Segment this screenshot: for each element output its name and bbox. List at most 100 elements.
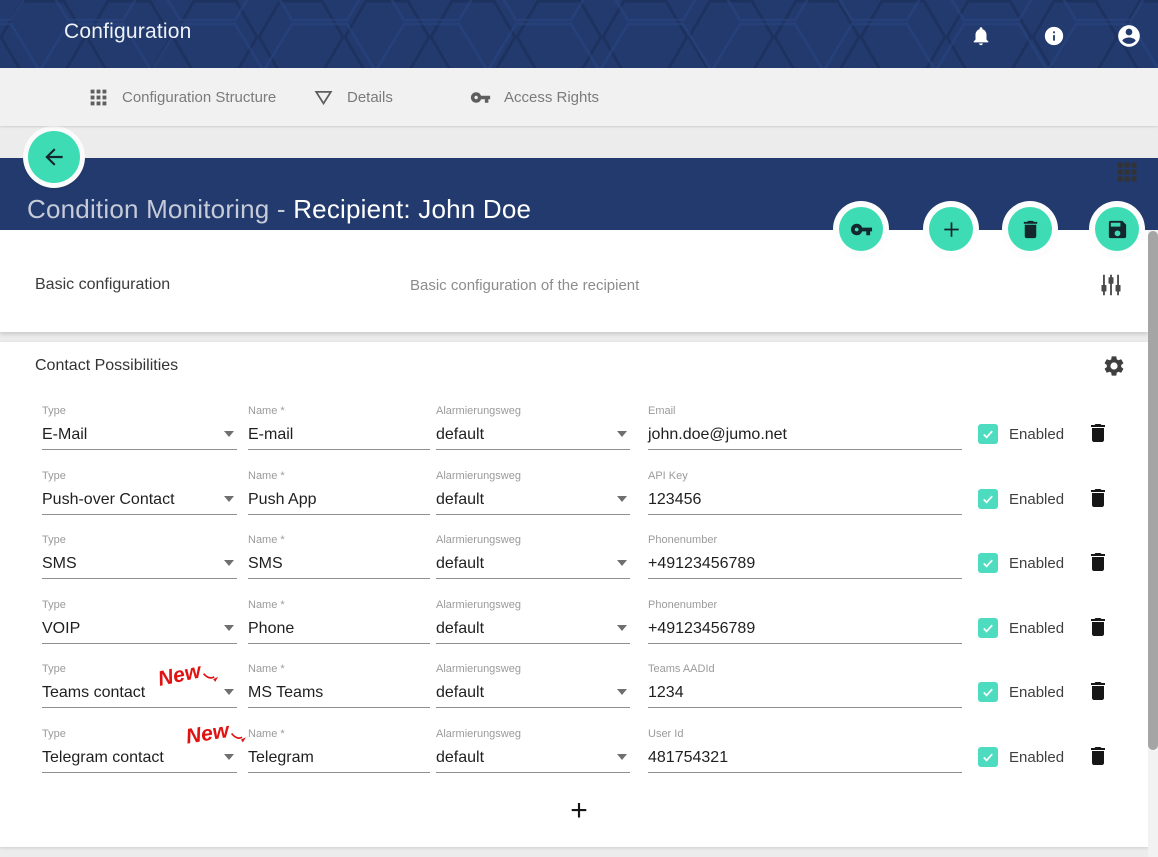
- type-select[interactable]: Type E-Mail: [42, 404, 237, 450]
- type-value: E-Mail: [42, 426, 237, 444]
- apps-menu-button[interactable]: [1115, 160, 1139, 184]
- name-input[interactable]: Name * SMS: [248, 533, 430, 579]
- contact-detail-label: Teams AADId: [648, 662, 962, 676]
- contact-detail-input[interactable]: Phonenumber +49123456789: [648, 533, 962, 579]
- section-settings-button[interactable]: [1098, 272, 1124, 298]
- alarm-route-label: Alarmierungsweg: [436, 404, 630, 418]
- type-select[interactable]: Type SMS: [42, 533, 237, 579]
- contact-detail-input[interactable]: Phonenumber +49123456789: [648, 598, 962, 644]
- apps-grid-icon: [1115, 160, 1139, 184]
- contact-detail-label: API Key: [648, 469, 962, 483]
- name-input[interactable]: Name * Push App: [248, 469, 430, 515]
- tab-details[interactable]: Details: [313, 68, 393, 126]
- enabled-checkbox[interactable]: [978, 553, 998, 573]
- contact-detail-value: +49123456789: [648, 555, 962, 573]
- add-contact-button[interactable]: +: [560, 792, 598, 830]
- name-value: Phone: [248, 620, 430, 638]
- app-header: Configuration: [0, 0, 1158, 68]
- delete-row-button[interactable]: [1086, 615, 1110, 639]
- contact-possibilities-card: Contact Possibilities Type E-Mail Name *…: [0, 342, 1148, 847]
- delete-row-button[interactable]: [1086, 679, 1110, 703]
- enabled-label: Enabled: [1009, 426, 1064, 443]
- chevron-down-icon: [617, 689, 627, 695]
- alarm-route-select[interactable]: Alarmierungsweg default: [436, 469, 630, 515]
- card-settings-button[interactable]: [1102, 354, 1126, 378]
- enabled-control: Enabled: [978, 553, 1064, 573]
- chevron-down-icon: [617, 625, 627, 631]
- contact-detail-value: 1234: [648, 684, 962, 702]
- delete-row-button[interactable]: [1086, 421, 1110, 445]
- type-value: Teams contact: [42, 684, 237, 702]
- bell-icon: [970, 25, 992, 47]
- trash-icon: [1086, 486, 1110, 510]
- contact-detail-input[interactable]: User Id 481754321: [648, 727, 962, 773]
- alarm-route-select[interactable]: Alarmierungsweg default: [436, 533, 630, 579]
- alarm-route-select[interactable]: Alarmierungsweg default: [436, 598, 630, 644]
- check-icon: [981, 427, 995, 441]
- type-select[interactable]: Type Push-over Contact: [42, 469, 237, 515]
- save-button[interactable]: [1095, 207, 1139, 251]
- notifications-button[interactable]: [970, 25, 992, 47]
- add-button[interactable]: [929, 207, 973, 251]
- enabled-checkbox[interactable]: [978, 747, 998, 767]
- section-title: Basic configuration: [35, 276, 170, 294]
- alarm-route-value: default: [436, 749, 630, 767]
- check-icon: [981, 621, 995, 635]
- back-button[interactable]: [28, 131, 80, 183]
- delete-button[interactable]: [1008, 207, 1052, 251]
- tab-label: Configuration Structure: [122, 89, 276, 106]
- page-title-prefix: Condition Monitoring -: [27, 194, 286, 224]
- alarm-route-select[interactable]: Alarmierungsweg default: [436, 662, 630, 708]
- alarm-route-value: default: [436, 620, 630, 638]
- type-select[interactable]: Type Telegram contact: [42, 727, 237, 773]
- account-icon: [1116, 23, 1142, 49]
- type-value: Telegram contact: [42, 749, 237, 767]
- access-key-button[interactable]: [839, 207, 883, 251]
- alarm-route-value: default: [436, 426, 630, 444]
- name-input[interactable]: Name * MS Teams: [248, 662, 430, 708]
- type-select[interactable]: Type VOIP: [42, 598, 237, 644]
- chevron-down-icon: [224, 625, 234, 631]
- key-icon: [470, 87, 491, 108]
- contact-detail-input[interactable]: Teams AADId 1234: [648, 662, 962, 708]
- contact-row: Type VOIP Name * Phone Alarmierungsweg d…: [0, 598, 1148, 656]
- grid-icon: [88, 87, 109, 108]
- alarm-route-label: Alarmierungsweg: [436, 727, 630, 741]
- enabled-checkbox[interactable]: [978, 618, 998, 638]
- alarm-route-select[interactable]: Alarmierungsweg default: [436, 727, 630, 773]
- account-button[interactable]: [1116, 23, 1142, 49]
- name-value: Telegram: [248, 749, 430, 767]
- tab-configuration-structure[interactable]: Configuration Structure: [88, 68, 276, 126]
- page-header-band: Condition Monitoring - Recipient: John D…: [0, 158, 1158, 230]
- enabled-checkbox[interactable]: [978, 682, 998, 702]
- contact-detail-value: 123456: [648, 491, 962, 509]
- scrollbar-thumb[interactable]: [1148, 231, 1158, 750]
- chevron-down-icon: [224, 431, 234, 437]
- name-input[interactable]: Name * E-mail: [248, 404, 430, 450]
- name-value: SMS: [248, 555, 430, 573]
- check-icon: [981, 750, 995, 764]
- chevron-down-icon: [224, 496, 234, 502]
- enabled-checkbox[interactable]: [978, 424, 998, 444]
- tab-access-rights[interactable]: Access Rights: [470, 68, 599, 126]
- name-input[interactable]: Name * Phone: [248, 598, 430, 644]
- delete-row-button[interactable]: [1086, 744, 1110, 768]
- alarm-route-select[interactable]: Alarmierungsweg default: [436, 404, 630, 450]
- chevron-down-icon: [617, 431, 627, 437]
- trash-icon: [1086, 679, 1110, 703]
- enabled-label: Enabled: [1009, 491, 1064, 508]
- check-icon: [981, 492, 995, 506]
- enabled-checkbox[interactable]: [978, 489, 998, 509]
- contact-row: Type E-Mail Name * E-mail Alarmierungswe…: [0, 404, 1148, 462]
- name-input[interactable]: Name * Telegram: [248, 727, 430, 773]
- enabled-label: Enabled: [1009, 620, 1064, 637]
- contact-detail-input[interactable]: Email john.doe@jumo.net: [648, 404, 962, 450]
- delete-row-button[interactable]: [1086, 486, 1110, 510]
- contact-detail-input[interactable]: API Key 123456: [648, 469, 962, 515]
- contact-row: Type Push-over Contact Name * Push App A…: [0, 469, 1148, 527]
- type-select[interactable]: Type Teams contact: [42, 662, 237, 708]
- page-title: Condition Monitoring - Recipient: John D…: [27, 194, 531, 225]
- delete-row-button[interactable]: [1086, 550, 1110, 574]
- check-icon: [981, 685, 995, 699]
- info-button[interactable]: [1043, 25, 1065, 47]
